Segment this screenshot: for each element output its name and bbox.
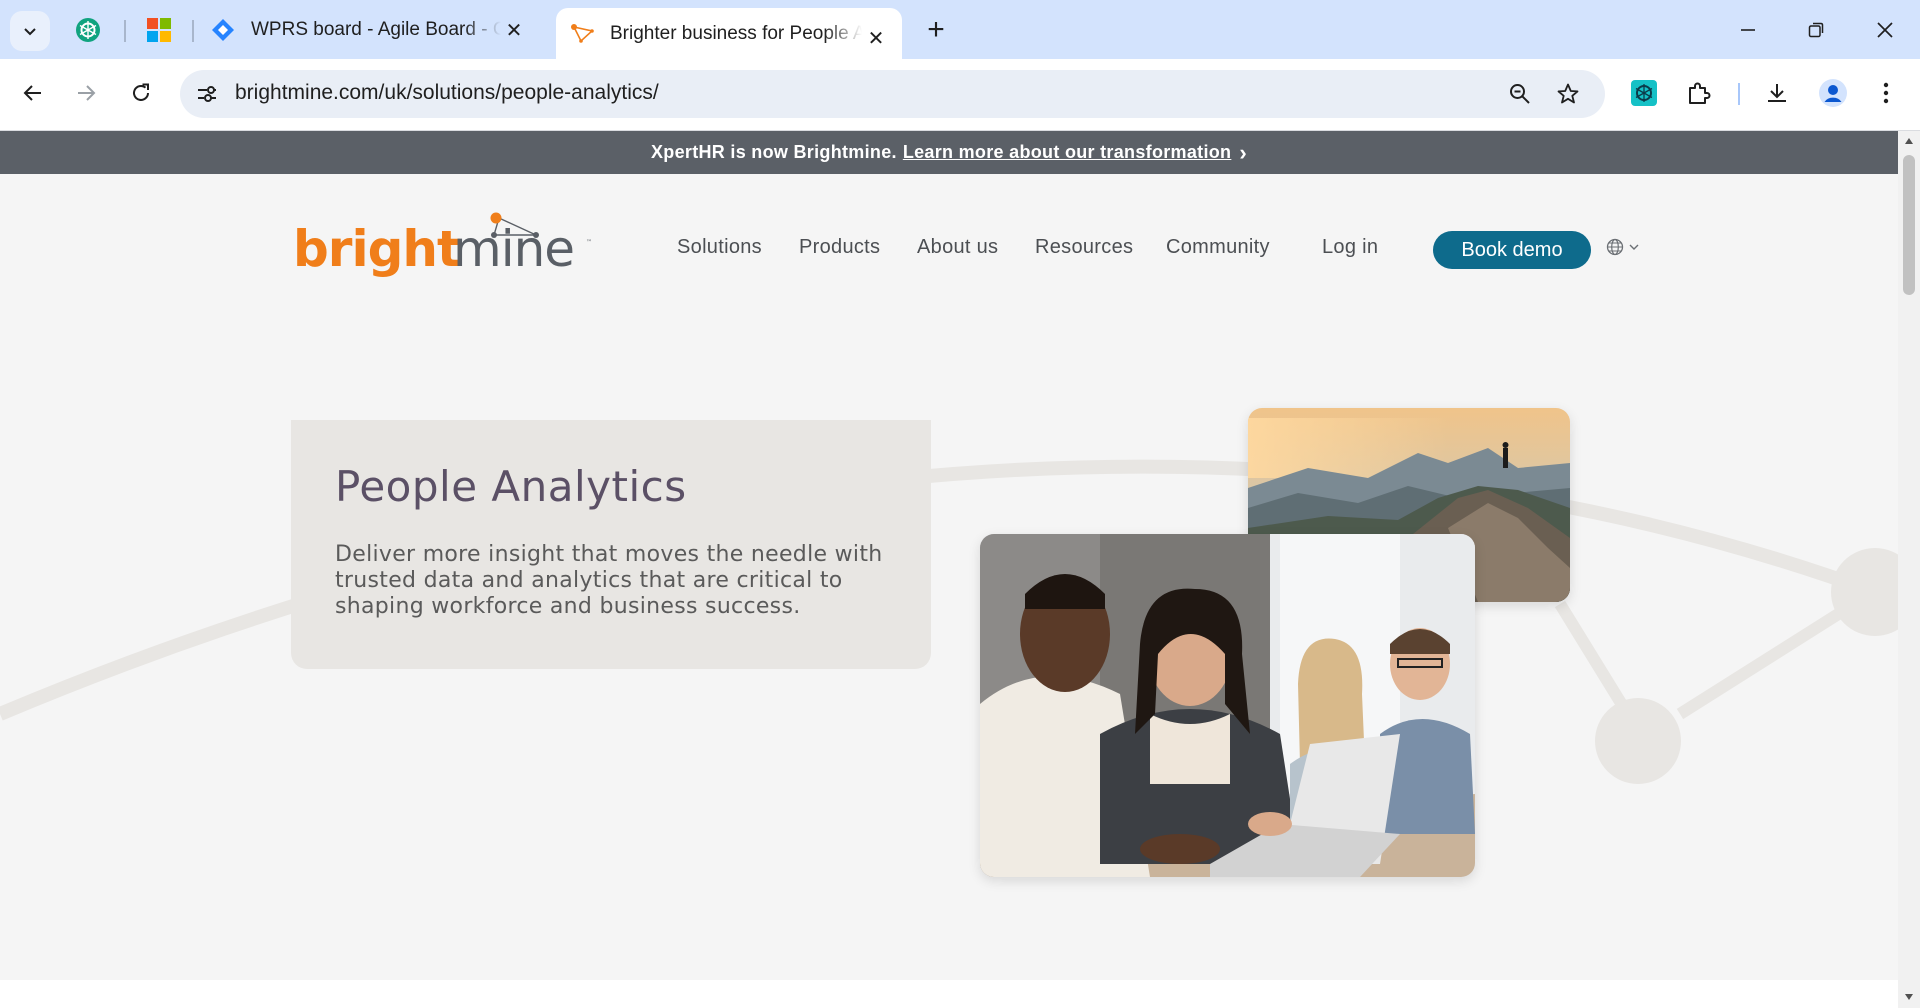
- back-button[interactable]: [13, 73, 53, 113]
- new-tab-button[interactable]: +: [918, 12, 954, 48]
- tab-search-button[interactable]: [10, 11, 50, 51]
- svg-text:bright: bright: [293, 220, 460, 278]
- close-window-button[interactable]: [1861, 10, 1909, 50]
- brightmine-favicon-icon: [571, 23, 594, 43]
- address-bar[interactable]: brightmine.com/uk/solutions/people-analy…: [180, 70, 1605, 118]
- tab-separator: [124, 20, 126, 42]
- book-demo-button[interactable]: Book demo: [1433, 231, 1591, 269]
- banner-link[interactable]: Learn more about our transformation: [903, 142, 1232, 163]
- extensions-button[interactable]: [1681, 75, 1717, 111]
- menu-button[interactable]: [1868, 75, 1904, 111]
- scroll-up-icon[interactable]: [1904, 137, 1914, 145]
- scrollbar-thumb[interactable]: [1903, 155, 1915, 295]
- close-tab-icon[interactable]: ✕: [502, 18, 526, 42]
- microsoft-icon: [147, 18, 171, 42]
- nav-resources[interactable]: Resources: [1035, 236, 1133, 259]
- tab-wprs-board[interactable]: WPRS board - Agile Board - CE ✕: [205, 0, 540, 59]
- jira-icon: [212, 18, 234, 41]
- pinned-tab-microsoft[interactable]: [143, 14, 175, 46]
- nav-community[interactable]: Community: [1166, 236, 1270, 259]
- scroll-down-icon[interactable]: [1904, 993, 1914, 1001]
- reload-icon: [133, 83, 149, 101]
- globe-icon: [1606, 238, 1624, 256]
- avatar-icon: [1819, 79, 1847, 107]
- chevron-right-icon: ›: [1239, 139, 1247, 165]
- chevron-down-icon: [1629, 244, 1639, 250]
- minimize-button[interactable]: [1724, 10, 1772, 50]
- hero-card: People Analytics Deliver more insight th…: [291, 420, 931, 669]
- announcement-banner: XpertHR is now Brightmine. Learn more ab…: [0, 131, 1898, 174]
- browser-toolbar: brightmine.com/uk/solutions/people-analy…: [0, 59, 1920, 131]
- brightmine-logo[interactable]: bright mine ™: [293, 204, 593, 284]
- close-icon: [1877, 22, 1893, 38]
- toolbar-separator: [1738, 83, 1740, 105]
- banner-text: XpertHR is now Brightmine.: [650, 142, 897, 162]
- downloads-button[interactable]: [1759, 75, 1795, 111]
- nav-about-us[interactable]: About us: [917, 236, 998, 259]
- tab-brightmine[interactable]: Brighter business for People Analytics ✕: [556, 8, 902, 59]
- page-bottom: [0, 980, 1898, 1008]
- nav-log-in[interactable]: Log in: [1322, 236, 1378, 259]
- url-text[interactable]: brightmine.com/uk/solutions/people-analy…: [235, 81, 659, 105]
- restore-icon: [1808, 22, 1824, 38]
- nav-products[interactable]: Products: [799, 236, 880, 259]
- pinned-tab-chatgpt[interactable]: [72, 14, 104, 46]
- tab-title: WPRS board - Agile Board - CE: [251, 18, 501, 40]
- chevron-down-icon: [24, 28, 36, 36]
- chatgpt-icon: [76, 18, 100, 42]
- profile-button[interactable]: [1815, 75, 1851, 111]
- tab-separator: [192, 20, 194, 42]
- site-settings-icon[interactable]: [196, 83, 218, 105]
- download-icon: [1768, 84, 1786, 102]
- page-title: People Analytics: [335, 462, 687, 511]
- chatgpt-extension-icon: [1631, 80, 1657, 106]
- minimize-icon: [1741, 29, 1755, 31]
- restore-button[interactable]: [1792, 10, 1840, 50]
- hero-description: Deliver more insight that moves the need…: [335, 542, 883, 619]
- browser-tab-bar: WPRS board - Agile Board - CE ✕ Brighter…: [0, 0, 1920, 59]
- reload-button[interactable]: [121, 73, 161, 113]
- more-vertical-icon: [1883, 82, 1889, 104]
- svg-text:™: ™: [586, 239, 592, 246]
- puzzle-icon: [1689, 82, 1711, 104]
- scrollbar[interactable]: [1898, 131, 1920, 1008]
- nav-solutions[interactable]: Solutions: [677, 236, 762, 259]
- arrow-right-icon: [78, 85, 96, 101]
- bookmark-star-icon[interactable]: [1556, 82, 1580, 106]
- page-content: bright mine ™ Solutions Products About u…: [0, 174, 1898, 980]
- close-tab-icon[interactable]: ✕: [864, 26, 888, 50]
- language-selector[interactable]: [1606, 238, 1640, 256]
- forward-button[interactable]: [66, 73, 106, 113]
- zoom-icon[interactable]: [1508, 82, 1532, 106]
- extension-chatgpt-button[interactable]: [1626, 75, 1662, 111]
- team-meeting-photo: [980, 534, 1475, 877]
- arrow-left-icon: [23, 85, 41, 101]
- team-image: [980, 534, 1475, 877]
- svg-text:mine: mine: [453, 220, 574, 278]
- network-background: [0, 459, 1898, 784]
- tab-title: Brighter business for People Analytics: [610, 22, 862, 44]
